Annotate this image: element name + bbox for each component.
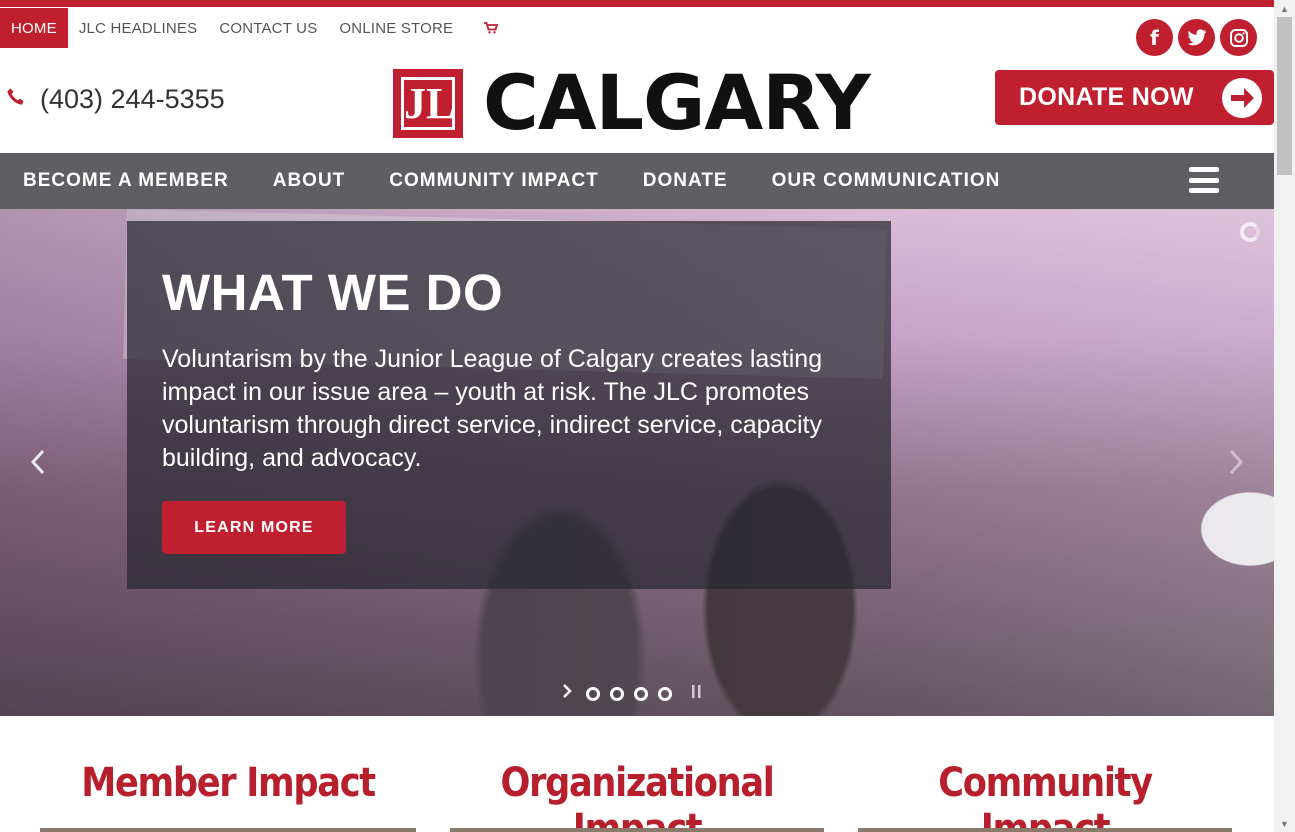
member-impact-column: Member Impact (40, 760, 416, 832)
impact-section: Member Impact Organizational Impact Comm… (0, 760, 1274, 832)
learn-more-button[interactable]: LEARN MORE (162, 501, 346, 554)
slider-play-next-icon[interactable] (562, 682, 572, 705)
nav-about[interactable]: ABOUT (251, 170, 368, 192)
slider-pagination (562, 682, 701, 705)
vertical-scrollbar[interactable]: ▲ ▼ (1274, 0, 1295, 832)
loading-spinner-icon (1240, 222, 1260, 242)
main-nav: BECOME A MEMBER ABOUT COMMUNITY IMPACT D… (0, 153, 1274, 209)
hero-title: WHAT WE DO (162, 264, 504, 321)
slider-next-icon[interactable] (1228, 449, 1244, 482)
slider-dot[interactable] (610, 686, 624, 701)
community-impact-column: Community Impact (858, 760, 1232, 832)
organizational-impact-heading[interactable]: Organizational Impact (472, 760, 801, 832)
arrow-right-icon (1222, 78, 1262, 118)
site-logo[interactable]: JL CALGARY (393, 58, 871, 147)
organizational-impact-column: Organizational Impact (450, 760, 824, 832)
util-nav-jlc-headlines[interactable]: JLC HEADLINES (68, 8, 208, 48)
slider-dot[interactable] (634, 686, 648, 701)
utility-nav: HOME JLC HEADLINES CONTACT US ONLINE STO… (0, 8, 509, 48)
slider-prev-icon[interactable] (30, 449, 46, 482)
social-links: f (1136, 19, 1257, 56)
scrollbar-thumb[interactable] (1277, 17, 1292, 175)
util-nav-online-store[interactable]: ONLINE STORE (328, 8, 464, 48)
scroll-up-icon[interactable]: ▲ (1274, 0, 1295, 17)
instagram-icon[interactable] (1220, 19, 1257, 56)
slider-dot[interactable] (586, 686, 600, 701)
nav-donate[interactable]: DONATE (621, 170, 750, 192)
hero-body-text: Voluntarism by the Junior League of Calg… (162, 345, 823, 472)
nav-become-a-member[interactable]: BECOME A MEMBER (0, 170, 251, 192)
util-nav-home[interactable]: HOME (0, 8, 68, 48)
page: HOME JLC HEADLINES CONTACT US ONLINE STO… (0, 0, 1295, 832)
member-impact-image[interactable] (40, 828, 416, 832)
slider-dot[interactable] (658, 686, 672, 701)
scroll-down-icon[interactable]: ▼ (1274, 815, 1295, 832)
organizational-impact-image[interactable] (450, 828, 824, 832)
slider-pause-icon[interactable] (692, 684, 701, 703)
phone-contact: (403) 244-5355 (6, 84, 225, 115)
nav-community-impact[interactable]: COMMUNITY IMPACT (367, 170, 621, 192)
community-impact-heading[interactable]: Community Impact (880, 760, 1209, 832)
cart-icon[interactable] (464, 8, 509, 48)
member-impact-heading[interactable]: Member Impact (63, 760, 394, 806)
twitter-icon[interactable] (1178, 19, 1215, 56)
logo-text: CALGARY (483, 58, 871, 147)
util-nav-contact-us[interactable]: CONTACT US (208, 8, 328, 48)
nav-our-communication[interactable]: OUR COMMUNICATION (750, 170, 1023, 192)
donate-now-button[interactable]: DONATE NOW (995, 70, 1274, 125)
top-stripe (0, 0, 1274, 7)
jl-logo-mark: JL (393, 68, 463, 138)
hero-caption-panel: WHAT WE DO Voluntarism by the Junior Lea… (127, 221, 891, 589)
community-impact-image[interactable] (858, 828, 1232, 832)
facebook-icon[interactable]: f (1136, 19, 1173, 56)
hero-slider: WHAT WE DO Voluntarism by the Junior Lea… (0, 209, 1274, 716)
phone-icon (6, 87, 26, 113)
donate-now-label: DONATE NOW (1019, 83, 1194, 111)
hamburger-menu-icon[interactable] (1189, 167, 1219, 193)
phone-number[interactable]: (403) 244-5355 (40, 84, 225, 115)
